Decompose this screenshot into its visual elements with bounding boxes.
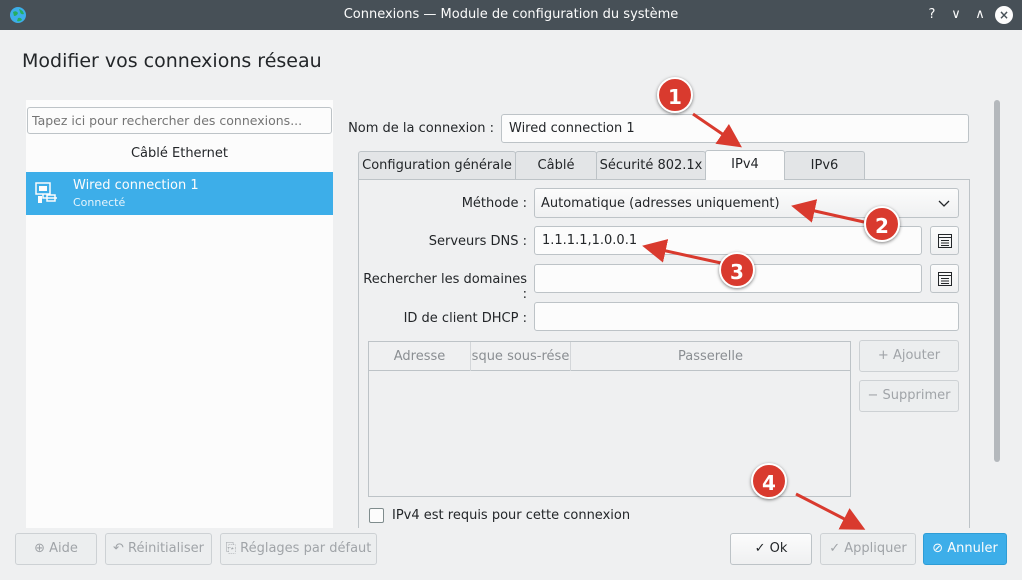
document-revert-icon: ⎘ — [225, 541, 236, 556]
minus-icon: − — [867, 388, 879, 403]
tab-wired[interactable]: Câblé — [515, 151, 597, 180]
column-address[interactable]: Adresse — [369, 342, 471, 371]
chevron-down-icon — [938, 200, 950, 207]
list-edit-icon — [938, 272, 952, 286]
window-title: Connexions — Module de configuration du … — [343, 7, 679, 22]
domains-edit-list-button[interactable] — [930, 264, 959, 293]
apply-label: Appliquer — [844, 541, 907, 556]
reset-label: Réinitialiser — [128, 541, 204, 556]
addresses-table-header: Adresse sque sous-rése Passerelle — [369, 342, 850, 371]
remove-address-button[interactable]: − Supprimer — [859, 380, 959, 412]
help-icon: ⊕ — [34, 541, 45, 556]
check-icon: ✓ — [754, 541, 766, 556]
domains-label: Rechercher les domaines : — [363, 272, 527, 302]
maximize-icon[interactable]: ∧ — [970, 5, 990, 25]
search-input[interactable] — [27, 107, 332, 134]
remove-label: Supprimer — [882, 388, 951, 403]
cancel-label: Annuler — [947, 541, 998, 556]
apply-button[interactable]: ✓ Appliquer — [820, 533, 916, 565]
page-title: Modifier vos connexions réseau — [22, 50, 322, 72]
connection-name-label: Nom de la connexion : — [348, 121, 494, 136]
annotation-marker-1: 1 — [657, 77, 693, 113]
help-button[interactable]: ⊕ Aide — [15, 533, 97, 565]
annotation-marker-3: 3 — [719, 252, 755, 288]
column-netmask[interactable]: sque sous-rése — [471, 342, 571, 371]
dns-field[interactable]: 1.1.1.1,1.0.0.1 — [534, 226, 922, 255]
reset-button[interactable]: ↶ Réinitialiser — [105, 533, 212, 565]
dhcp-client-id-field[interactable] — [534, 302, 959, 331]
plus-icon: + — [877, 348, 889, 363]
ok-label: Ok — [769, 541, 788, 556]
dns-edit-list-button[interactable] — [930, 226, 959, 255]
connection-status: Connecté — [73, 196, 126, 209]
connections-list-panel: Câblé Ethernet Wired connection 1 Connec… — [26, 100, 333, 528]
connection-item-wired[interactable]: Wired connection 1 Connecté — [26, 172, 333, 215]
tab-general[interactable]: Configuration générale — [358, 151, 516, 180]
ipv4-required-checkbox[interactable] — [369, 508, 384, 523]
tab-security[interactable]: Sécurité 802.1x — [596, 151, 706, 180]
title-bar: Connexions — Module de configuration du … — [0, 0, 1022, 30]
add-label: Ajouter — [892, 348, 941, 363]
cancel-icon: ⊘ — [932, 541, 944, 556]
annotation-marker-2: 2 — [864, 206, 900, 242]
dns-label: Serveurs DNS : — [428, 234, 527, 249]
column-gateway[interactable]: Passerelle — [571, 342, 850, 371]
method-value: Automatique (adresses uniquement) — [541, 196, 780, 211]
annotation-marker-4: 4 — [751, 463, 787, 499]
minimize-icon[interactable]: ∨ — [946, 5, 966, 25]
wired-network-icon — [35, 182, 57, 203]
help-window-icon[interactable]: ? — [922, 5, 942, 25]
undo-icon: ↶ — [113, 541, 124, 556]
defaults-label: Réglages par défaut — [240, 541, 372, 556]
help-label: Aide — [49, 541, 78, 556]
add-address-button[interactable]: + Ajouter — [859, 340, 959, 372]
close-icon[interactable]: × — [995, 6, 1013, 24]
tab-ipv6[interactable]: IPv6 — [784, 151, 865, 180]
scrollbar[interactable] — [994, 100, 1000, 462]
ipv4-required-label: IPv4 est requis pour cette connexion — [392, 508, 631, 523]
check-icon: ✓ — [829, 541, 841, 556]
tab-ipv4[interactable]: IPv4 — [705, 150, 785, 180]
dhcp-label: ID de client DHCP : — [403, 311, 527, 326]
connection-name: Wired connection 1 — [73, 178, 199, 193]
ok-button[interactable]: ✓ Ok — [730, 533, 812, 565]
cancel-button[interactable]: ⊘ Annuler — [923, 533, 1007, 565]
list-edit-icon — [938, 234, 952, 248]
connection-group-header: Câblé Ethernet — [130, 146, 229, 161]
defaults-button[interactable]: ⎘ Réglages par défaut — [220, 533, 377, 565]
method-label: Méthode : — [461, 196, 527, 211]
connection-name-field[interactable]: Wired connection 1 — [501, 114, 969, 143]
